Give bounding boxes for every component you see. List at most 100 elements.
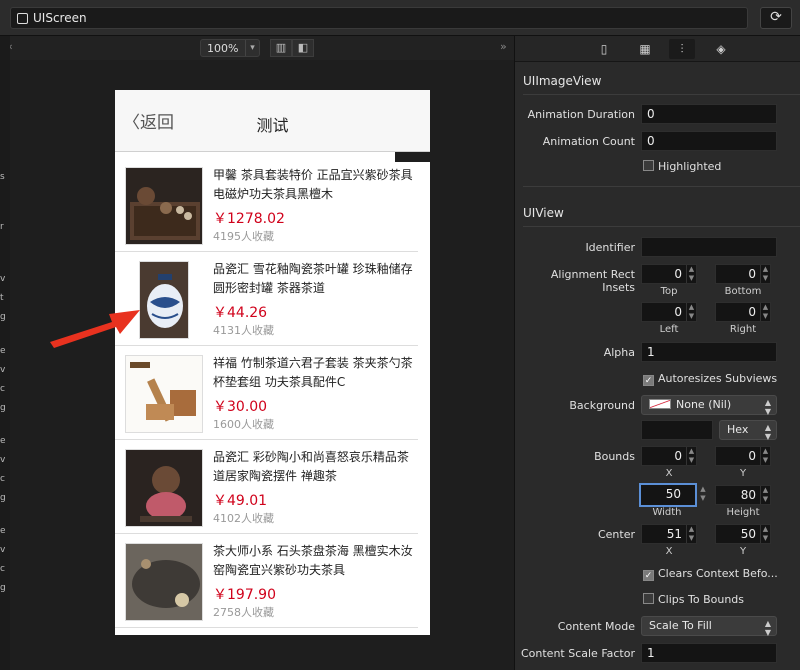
clears-context-label: Clears Context Befo... (658, 567, 778, 580)
screen-checkbox[interactable] (17, 13, 28, 24)
center-y-field[interactable]: 50 ▲ ▼ (715, 524, 771, 544)
background-label: Background (569, 399, 635, 412)
divider (523, 94, 800, 95)
gutter-letter: g (0, 583, 6, 593)
center-x-value: 51 (666, 527, 682, 541)
autoresizes-checkbox[interactable]: ✓ Autoresizes Subviews (643, 372, 777, 386)
scale-factor-field[interactable]: 1 (641, 643, 777, 663)
gutter-letter: r (0, 222, 4, 232)
screen-name-field[interactable]: UIScreen (10, 7, 748, 29)
inset-top-value: 0 (674, 267, 682, 281)
list-item[interactable]: 茶大师小系 石头茶盘茶海 黑檀实木汝窑陶瓷宜兴紫砂功夫茶具 ￥197.90 27… (115, 534, 418, 628)
product-price: ￥197.90 (213, 587, 276, 603)
stepper-icon[interactable]: ▲ ▼ (760, 265, 770, 283)
stepper-icon[interactable]: ▲ ▼ (686, 303, 696, 321)
alignment-insets-label: Alignment Rect Insets (550, 268, 635, 294)
bounds-x-value: 0 (674, 449, 682, 463)
bounds-y-value: 0 (748, 449, 756, 463)
bounds-width-field[interactable]: 50 (639, 483, 697, 507)
bounds-x-field[interactable]: 0 ▲ ▼ (641, 446, 697, 466)
chevron-updown-icon: ▲ ▼ (764, 619, 771, 637)
animation-count-field[interactable]: 0 (641, 131, 777, 151)
layers-icon[interactable]: ◈ (708, 39, 734, 59)
file-icon[interactable]: ▯ (591, 39, 617, 59)
animation-duration-field[interactable]: 0 (641, 104, 777, 124)
stepper-icon[interactable]: ▲ ▼ (760, 486, 770, 504)
stepper-icon[interactable]: ▲ ▼ (698, 485, 708, 503)
favorite-count: 4131人收藏 (213, 324, 274, 337)
zoom-stepper-icon[interactable]: ▾ (245, 40, 259, 56)
stepper-icon[interactable]: ▲ ▼ (760, 303, 770, 321)
hex-mode-popup[interactable]: Hex ▲ ▼ (719, 420, 777, 441)
background-value: None (Nil) (676, 398, 732, 411)
bounds-height-field[interactable]: 80 ▲ ▼ (715, 485, 771, 505)
stepper-icon[interactable]: ▲ ▼ (760, 525, 770, 543)
alpha-field[interactable]: 1 (641, 342, 777, 362)
screen-name-label: UIScreen (33, 11, 87, 25)
highlighted-checkbox[interactable]: Highlighted (643, 160, 721, 173)
stepper-icon[interactable]: ▲ ▼ (760, 447, 770, 465)
product-thumbnail (125, 355, 203, 433)
center-label: Center (597, 528, 635, 541)
clears-context-checkbox[interactable]: ✓ Clears Context Befo... (643, 567, 778, 581)
stepper-icon[interactable]: ▲ ▼ (686, 265, 696, 283)
content-mode-popup[interactable]: Scale To Fill ▲ ▼ (641, 616, 777, 637)
inset-right-field[interactable]: 0 ▲ ▼ (715, 302, 771, 322)
alpha-label: Alpha (603, 346, 635, 359)
y-label: Y (739, 468, 747, 479)
inset-left-field[interactable]: 0 ▲ ▼ (641, 302, 697, 322)
center-x-field[interactable]: 51 ▲ ▼ (641, 524, 697, 544)
list-item[interactable]: 甲馨 茶具套装特价 正品宜兴紫砂茶具 电磁炉功夫茶具黑檀木 ￥1278.02 4… (115, 158, 418, 252)
identifier-field[interactable] (641, 237, 777, 257)
chevron-updown-icon: ▲ ▼ (764, 398, 771, 416)
bounds-label: Bounds (594, 450, 635, 463)
favorite-count: 2758人收藏 (213, 606, 274, 619)
gutter-letter: e (0, 526, 6, 536)
3d-view-button[interactable]: ◧ (292, 39, 314, 57)
product-thumbnail (125, 167, 203, 245)
gutter-letter: t (0, 293, 4, 303)
favorite-count: 1600人收藏 (213, 418, 274, 431)
zoom-select[interactable]: 100% ▾ (200, 39, 260, 57)
inset-left-value: 0 (674, 305, 682, 319)
collapse-right-icon[interactable]: » (500, 40, 507, 53)
gutter-letter: s (0, 172, 5, 182)
sliders-icon[interactable]: ⫶ (669, 39, 695, 59)
autoresizes-label: Autoresizes Subviews (658, 372, 778, 385)
list-item[interactable]: 品瓷汇 彩砂陶小和尚喜怒哀乐精品茶道居家陶瓷摆件 禅趣茶 ￥49.01 4102… (115, 440, 418, 534)
stepper-icon[interactable]: ▲ ▼ (686, 525, 696, 543)
gutter-letter: c (0, 384, 5, 394)
content-mode-value: Scale To Fill (649, 619, 712, 632)
bounds-y-field[interactable]: 0 ▲ ▼ (715, 446, 771, 466)
center-y-value: 50 (740, 527, 756, 541)
favorite-count: 4102人收藏 (213, 512, 274, 525)
gutter-letter: e (0, 346, 6, 356)
refresh-button[interactable]: ⟳ (760, 7, 792, 29)
layout-view-button[interactable]: ▥ (270, 39, 292, 57)
content-mode-label: Content Mode (557, 620, 635, 633)
list-item[interactable]: 祥福 竹制茶道六君子套装 茶夹茶勺茶杯垫套组 功夫茶具配件C ￥30.00 16… (115, 346, 418, 440)
checkbox-box[interactable]: ✓ (643, 375, 654, 386)
list-item[interactable]: 品瓷汇 雪花釉陶瓷茶叶罐 珍珠釉储存圆形密封罐 茶器茶道 ￥44.26 4131… (115, 252, 418, 346)
inset-bottom-field[interactable]: 0 ▲ ▼ (715, 264, 771, 284)
gutter-letter: c (0, 564, 5, 574)
checkbox-box[interactable] (643, 160, 654, 171)
clips-to-bounds-checkbox[interactable]: Clips To Bounds (643, 593, 744, 606)
chevron-updown-icon: ▲ ▼ (764, 423, 771, 441)
phone-preview[interactable]: 〈返回 测试 甲馨 茶具套装特价 正品宜兴紫砂茶具 电磁炉功夫茶具黑檀木 ￥12… (115, 90, 430, 635)
background-color-popup[interactable]: None (Nil) ▲ ▼ (641, 395, 777, 416)
product-price: ￥44.26 (213, 305, 268, 321)
inspector-panel: ▯ ▦ ⫶ ◈ UIImageView Animation Duration 0… (514, 36, 800, 670)
favorite-count: 4195人收藏 (213, 230, 274, 243)
checkbox-box[interactable]: ✓ (643, 570, 654, 581)
hex-value-field[interactable] (641, 420, 713, 440)
inset-top-field[interactable]: 0 ▲ ▼ (641, 264, 697, 284)
stepper-icon[interactable]: ▲ ▼ (686, 447, 696, 465)
annotation-arrow-icon (50, 310, 140, 348)
inset-right-value: 0 (748, 305, 756, 319)
gutter-letter: g (0, 312, 6, 322)
inspector-tabs: ▯ ▦ ⫶ ◈ (515, 36, 800, 62)
layout-icon[interactable]: ▦ (632, 39, 658, 59)
inset-bottom-value: 0 (748, 267, 756, 281)
checkbox-box[interactable] (643, 593, 654, 604)
